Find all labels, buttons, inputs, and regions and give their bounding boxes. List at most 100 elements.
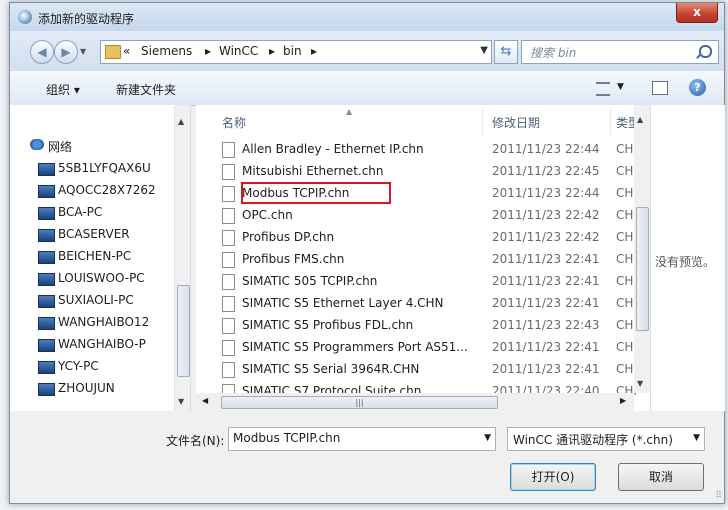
file-row[interactable]: Profibus DP.chn 2011/11/23 22:42 CHI (216, 227, 637, 249)
sidebar-item-computer[interactable]: ZHOUJUN (38, 381, 115, 401)
forward-icon[interactable]: ▶ (54, 40, 78, 64)
breadcrumb-separator-icon[interactable]: ▸ (269, 44, 275, 58)
search-input[interactable]: 搜索 bin (521, 40, 719, 64)
sidebar-item-computer[interactable]: AQOCC28X7262 (38, 183, 156, 203)
file-name: SIMATIC S5 Profibus FDL.chn (242, 318, 414, 332)
column-header-name[interactable]: 名称 (222, 114, 246, 131)
computer-icon (38, 229, 55, 242)
scroll-thumb[interactable] (177, 285, 190, 377)
computer-icon (38, 317, 55, 330)
file-icon (222, 252, 235, 268)
address-bar[interactable]: « Siemens ▸ WinCC ▸ bin ▸ ▼ (100, 40, 492, 64)
file-icon (222, 340, 235, 356)
search-icon[interactable] (699, 45, 712, 58)
sidebar-item-computer[interactable]: LOUISWOO-PC (38, 271, 145, 291)
column-divider[interactable] (610, 109, 611, 137)
selection-highlight (241, 182, 391, 204)
title-bar[interactable]: 添加新的驱动程序 x (10, 3, 724, 31)
sidebar-item-computer[interactable]: BEICHEN-PC (38, 249, 131, 269)
file-row[interactable]: Allen Bradley - Ethernet IP.chn 2011/11/2… (216, 139, 637, 161)
file-list-horizontal-scrollbar[interactable]: ◀ ||| ▶ (196, 393, 634, 411)
file-date: 2011/11/23 22:41 (492, 252, 600, 266)
scroll-thumb[interactable]: ||| (221, 396, 498, 409)
preview-pane-icon[interactable] (652, 81, 668, 95)
filename-label: 文件名(N): (166, 434, 225, 448)
file-type-dropdown-icon[interactable]: ▼ (693, 433, 700, 443)
file-row[interactable]: SIMATIC S5 Profibus FDL.chn 2011/11/23 22… (216, 315, 637, 337)
file-name: SIMATIC S5 Serial 3964R.CHN (242, 362, 420, 376)
navigation-pane[interactable]: 网络 5SB1LYFQAX6U AQOCC28X7262 BCA-PC BCASERV… (10, 105, 191, 411)
file-row[interactable]: SIMATIC S5 Serial 3964R.CHN 2011/11/23 22… (216, 359, 637, 381)
file-row[interactable]: Modbus TCPIP.chn 2011/11/23 22:44 CHI (216, 182, 637, 205)
file-row[interactable]: SIMATIC 505 TCPIP.chn 2011/11/23 22:41 CHI (216, 271, 637, 293)
file-date: 2011/11/23 22:41 (492, 296, 600, 310)
sidebar-item-computer[interactable]: BCASERVER (38, 227, 130, 247)
file-date: 2011/11/23 22:43 (492, 318, 600, 332)
scroll-up-icon[interactable]: ▲ (178, 117, 184, 126)
new-folder-button[interactable]: 新建文件夹 (116, 81, 176, 98)
refresh-icon[interactable]: ⇆ (494, 40, 518, 64)
sidebar-item-label: BCASERVER (58, 227, 130, 241)
back-icon[interactable]: ◀ (30, 40, 54, 64)
sidebar-item-computer[interactable]: SUXIAOLI-PC (38, 293, 134, 313)
file-row[interactable]: Mitsubishi Ethernet.chn 2011/11/23 22:45 C… (216, 161, 637, 183)
breadcrumb-separator-icon[interactable]: ▸ (311, 44, 317, 58)
sidebar-item-label: 网络 (48, 140, 73, 154)
scroll-down-icon[interactable]: ▼ (178, 397, 184, 406)
computer-icon (38, 361, 55, 374)
file-row[interactable]: OPC.chn 2011/11/23 22:42 CHI (216, 205, 637, 227)
filename-input[interactable]: Modbus TCPIP.chn ▼ (228, 427, 496, 451)
filename-dropdown-icon[interactable]: ▼ (484, 433, 491, 443)
file-name: SIMATIC S5 Ethernet Layer 4.CHN (242, 296, 444, 310)
sidebar-item-network[interactable]: 网络 (30, 138, 73, 155)
address-dropdown-icon[interactable]: ▼ (480, 45, 488, 56)
scroll-down-icon[interactable]: ▼ (637, 379, 643, 388)
command-toolbar: 组织 ▾ 新建文件夹 ▼ ? (10, 71, 724, 106)
help-icon[interactable]: ? (689, 79, 706, 96)
file-list-vertical-scrollbar[interactable]: ▲ ▼ (634, 105, 650, 393)
sidebar-item-computer[interactable]: WANGHAIBO12 (38, 315, 150, 335)
file-icon (222, 186, 235, 202)
breadcrumb-wincc[interactable]: WinCC (219, 44, 258, 58)
file-icon (222, 142, 235, 158)
column-divider[interactable] (482, 109, 483, 137)
sidebar-item-computer[interactable]: WANGHAIBO-P (38, 337, 146, 357)
navigation-scrollbar[interactable]: ▲ ▼ (174, 105, 190, 411)
sidebar-item-computer[interactable]: 5SB1LYFQAX6U (38, 161, 151, 181)
file-name: OPC.chn (242, 208, 293, 222)
sidebar-item-label: AQOCC28X7262 (58, 183, 156, 197)
file-row[interactable]: Profibus FMS.chn 2011/11/23 22:41 CHI (216, 249, 637, 271)
breadcrumb-siemens[interactable]: Siemens (141, 44, 192, 58)
organize-button[interactable]: 组织 ▾ (46, 81, 80, 98)
column-header-date[interactable]: 修改日期 (492, 114, 540, 131)
computer-icon (38, 185, 55, 198)
file-date: 2011/11/23 22:45 (492, 164, 600, 178)
file-name: Allen Bradley - Ethernet IP.chn (242, 142, 424, 156)
scroll-left-icon[interactable]: ◀ (202, 396, 208, 405)
app-icon (18, 10, 32, 24)
scroll-up-icon[interactable]: ▲ (637, 115, 643, 124)
network-icon (30, 139, 44, 150)
resize-grip-icon[interactable]: ⠿ (715, 491, 722, 501)
scroll-right-icon[interactable]: ▶ (620, 396, 626, 405)
file-row[interactable]: SIMATIC S5 Ethernet Layer 4.CHN 2011/11/2… (216, 293, 637, 315)
cancel-button[interactable]: 取消 (618, 463, 704, 491)
sidebar-item-label: WANGHAIBO12 (58, 315, 150, 329)
recent-pages-dropdown-icon[interactable]: ▼ (80, 47, 90, 57)
sidebar-item-computer[interactable]: YCY-PC (38, 359, 99, 379)
view-dropdown-icon[interactable]: ▼ (617, 82, 624, 92)
file-row[interactable]: SIMATIC S5 Programmers Port AS51... 2011/… (216, 337, 637, 359)
file-icon (222, 164, 235, 180)
computer-icon (38, 383, 55, 396)
view-options-icon[interactable] (596, 82, 610, 96)
sidebar-item-computer[interactable]: BCA-PC (38, 205, 102, 225)
breadcrumb-bin[interactable]: bin (283, 44, 302, 58)
scroll-thumb[interactable] (636, 207, 649, 331)
file-list[interactable]: ▲ 名称 修改日期 类型 Allen Bradley - Ethernet IP… (196, 105, 650, 411)
close-button[interactable]: x (676, 3, 718, 23)
computer-icon (38, 163, 55, 176)
breadcrumb-separator-icon[interactable]: ▸ (205, 44, 211, 58)
file-type-select[interactable]: WinCC 通讯驱动程序 (*.chn) ▼ (507, 427, 705, 451)
open-button[interactable]: 打开(O) (510, 463, 596, 491)
breadcrumb-overflow[interactable]: « (123, 44, 130, 58)
